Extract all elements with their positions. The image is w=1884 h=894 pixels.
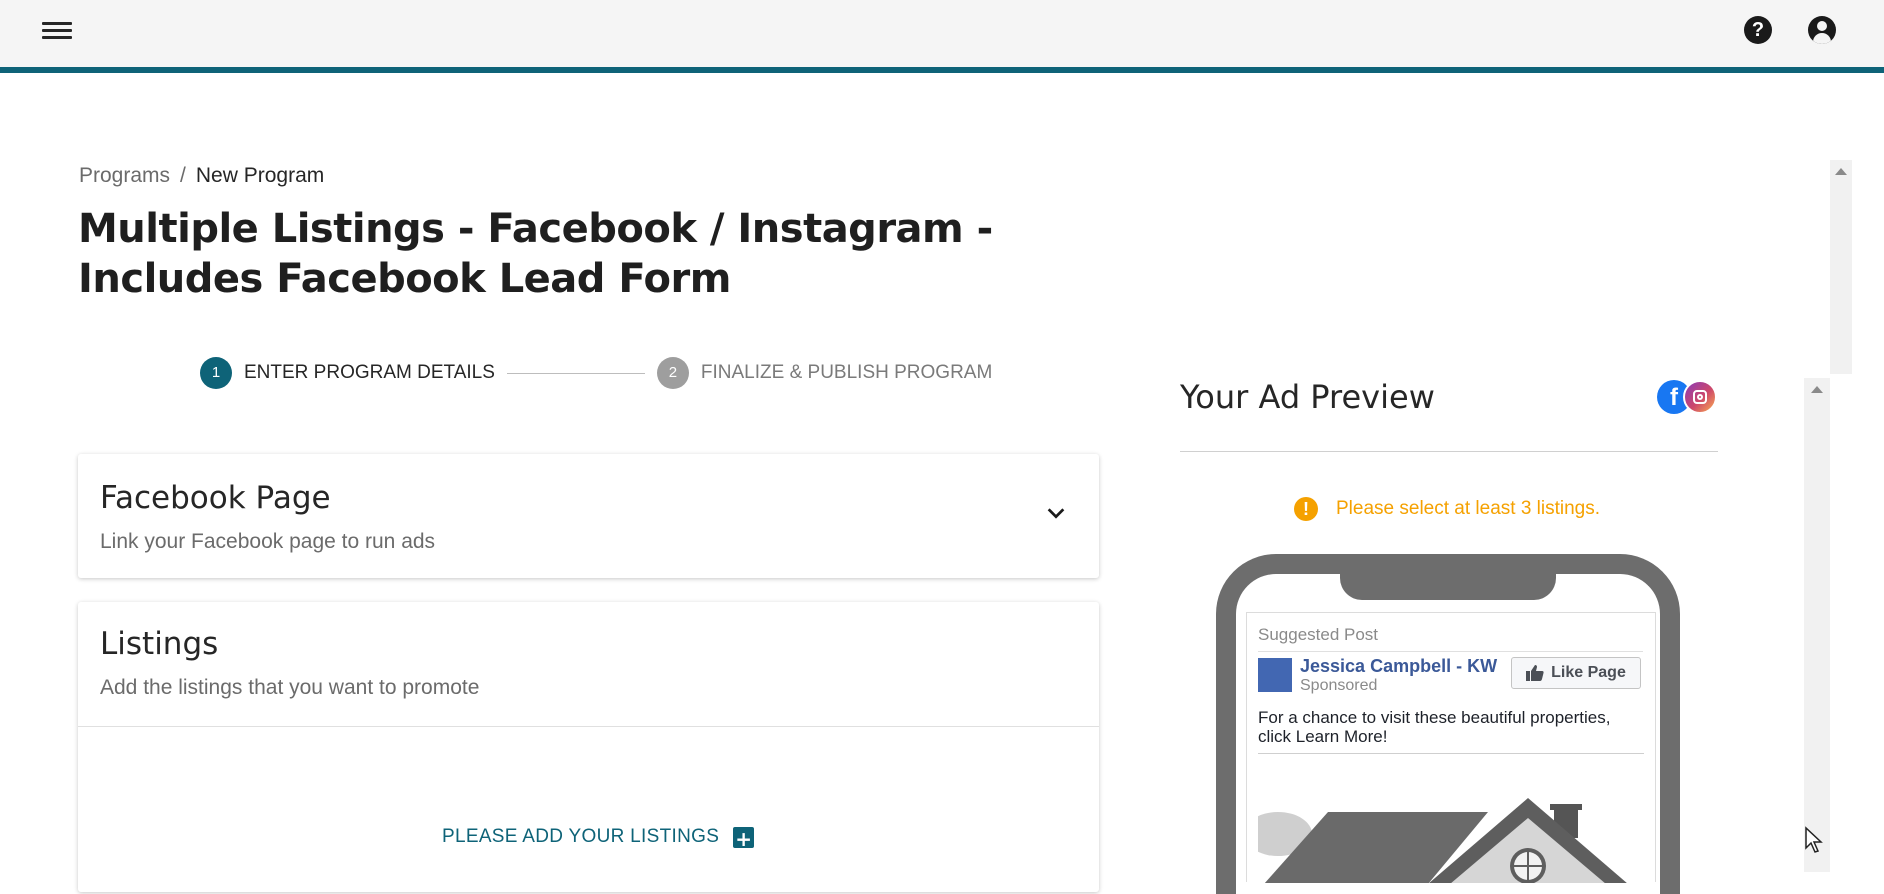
page-name-link[interactable]: Jessica Campbell - KW bbox=[1300, 656, 1497, 677]
mouse-cursor-icon bbox=[1805, 826, 1823, 853]
add-listings-label: PLEASE ADD YOUR LISTINGS bbox=[442, 826, 720, 847]
hamburger-menu-icon[interactable] bbox=[42, 18, 72, 42]
step-1-label: ENTER PROGRAM DETAILS bbox=[244, 362, 495, 383]
add-listings-button[interactable]: PLEASE ADD YOUR LISTINGS + bbox=[442, 826, 755, 851]
warning-text: Please select at least 3 listings. bbox=[1336, 498, 1601, 519]
post-body-text: For a chance to visit these beautiful pr… bbox=[1258, 708, 1611, 746]
breadcrumb-programs-link[interactable]: Programs bbox=[79, 164, 170, 187]
help-icon[interactable]: ? bbox=[1744, 16, 1772, 44]
page-avatar bbox=[1258, 658, 1292, 692]
step-connector bbox=[506, 372, 645, 374]
chevron-down-icon[interactable] bbox=[1045, 502, 1067, 524]
facebook-page-card[interactable]: Facebook Page Link your Facebook page to… bbox=[78, 454, 1099, 578]
breadcrumb: Programs / New Program bbox=[79, 164, 324, 188]
warning-circle-icon: ! bbox=[1294, 497, 1318, 521]
facebook-page-card-title: Facebook Page bbox=[100, 480, 331, 516]
step-2-number: 2 bbox=[656, 357, 689, 389]
ad-preview-title: Your Ad Preview bbox=[1180, 378, 1435, 416]
program-stepper: 1 ENTER PROGRAM DETAILS 2 FINALIZE & PUB… bbox=[200, 356, 992, 390]
top-app-bar: ? bbox=[0, 0, 1884, 73]
page-title: Multiple Listings - Facebook / Instagram… bbox=[78, 206, 993, 302]
post-divider bbox=[1258, 651, 1643, 652]
listings-card-subtitle: Add the listings that you want to promot… bbox=[100, 676, 480, 699]
facebook-post-preview: Suggested Post Jessica Campbell - KW Spo… bbox=[1246, 612, 1656, 883]
preview-scrollbar[interactable] bbox=[1804, 378, 1830, 872]
scroll-up-arrow-icon[interactable] bbox=[1811, 386, 1823, 393]
suggested-post-label: Suggested Post bbox=[1258, 625, 1379, 644]
step-1-number: 1 bbox=[200, 357, 232, 389]
listings-warning: ! Please select at least 3 listings. bbox=[1294, 497, 1600, 521]
instagram-icon bbox=[1683, 380, 1717, 414]
page-scrollbar[interactable] bbox=[1830, 160, 1852, 374]
facebook-page-card-subtitle: Link your Facebook page to run ads bbox=[100, 530, 436, 553]
preview-divider bbox=[1180, 451, 1718, 452]
scroll-up-arrow-icon[interactable] bbox=[1835, 168, 1847, 175]
sponsored-label: Sponsored bbox=[1300, 677, 1378, 694]
house-illustration bbox=[1258, 753, 1644, 883]
like-page-button[interactable]: Like Page bbox=[1511, 657, 1641, 689]
breadcrumb-separator: / bbox=[180, 164, 186, 187]
thumbs-up-icon bbox=[1526, 665, 1544, 681]
listings-card: Listings Add the listings that you want … bbox=[78, 602, 1099, 892]
step-2-label: FINALIZE & PUBLISH PROGRAM bbox=[700, 362, 993, 383]
like-page-label: Like Page bbox=[1551, 664, 1626, 681]
account-icon[interactable] bbox=[1808, 16, 1836, 44]
breadcrumb-current: New Program bbox=[195, 164, 325, 187]
plus-square-icon: + bbox=[733, 826, 755, 851]
listings-divider bbox=[78, 726, 1099, 727]
platform-icons: f bbox=[1657, 380, 1721, 416]
listings-card-title: Listings bbox=[100, 626, 219, 662]
phone-notch bbox=[1340, 572, 1556, 600]
